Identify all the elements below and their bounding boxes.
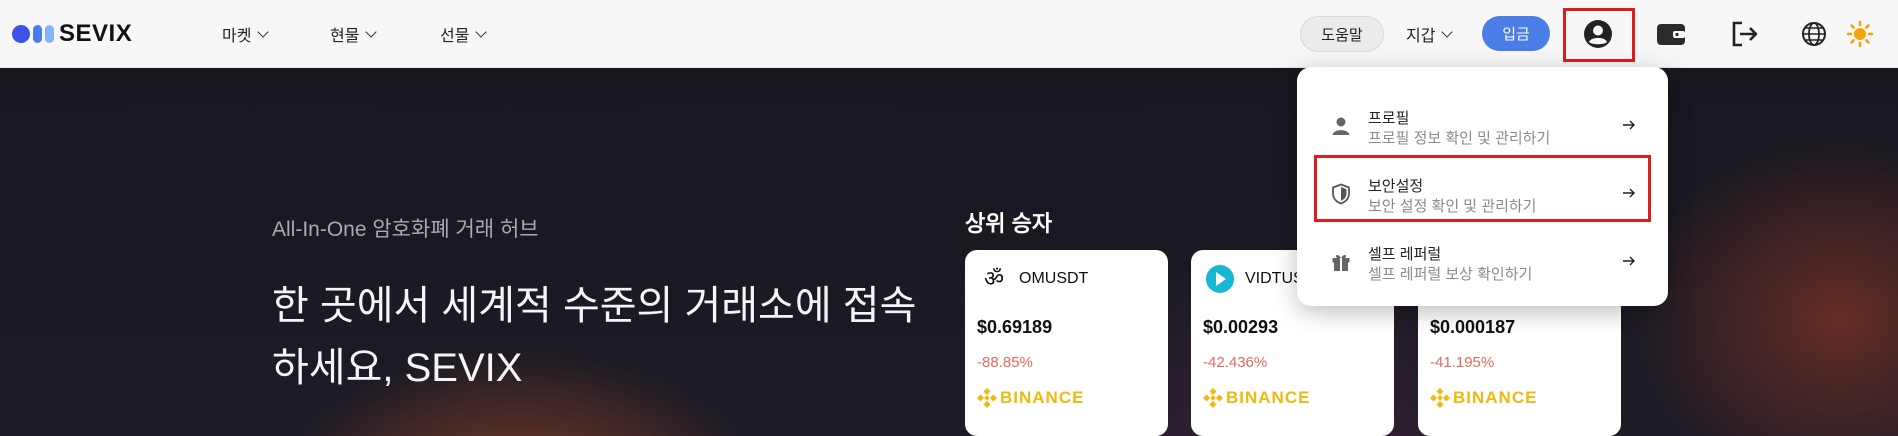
- exchange-name: BINANCE: [1226, 388, 1311, 407]
- sun-icon: [1846, 20, 1874, 48]
- profile-highlight: [1563, 8, 1635, 62]
- nav-label: 현물: [330, 28, 360, 45]
- globe-icon: [1802, 22, 1826, 46]
- logout-icon: [1732, 21, 1758, 47]
- theme-toggle[interactable]: [1840, 14, 1880, 54]
- gift-icon: [1332, 254, 1350, 271]
- logo-text: SEVIX: [59, 20, 133, 47]
- hero-headline: 한 곳에서 세계적 수준의 거래소에 접속하세요, SEVIX: [272, 284, 917, 390]
- person-icon: [1332, 117, 1350, 135]
- coin-price: $0.00293: [1203, 317, 1279, 337]
- coin-symbol: VIDTUS: [1245, 270, 1304, 287]
- deposit-button[interactable]: 입금: [1482, 16, 1550, 51]
- help-button[interactable]: 도움말: [1300, 16, 1384, 52]
- nav-label: 마켓: [222, 28, 252, 45]
- vidt-icon: [1206, 265, 1234, 293]
- arrow-right-icon: [1623, 256, 1635, 266]
- coin-change: -88.85%: [977, 354, 1033, 371]
- wallet-label: 지갑: [1406, 28, 1436, 45]
- exchange-name: BINANCE: [1453, 388, 1538, 407]
- language-button[interactable]: [1794, 14, 1834, 54]
- sevix-logo[interactable]: SEVIX: [12, 20, 132, 48]
- coin-price: $0.69189: [977, 317, 1053, 337]
- exchange-badge: BINANCE: [977, 388, 1084, 408]
- menu-item-profile[interactable]: 프로필 프로필 정보 확인 및 관리하기: [1317, 97, 1647, 153]
- coin-change: -42.436%: [1203, 354, 1268, 371]
- top-navigation-bar: SEVIX 마켓 현물 선물 도움말 지갑 입금: [0, 0, 1898, 68]
- logout-button[interactable]: [1724, 14, 1764, 54]
- exchange-name: BINANCE: [1000, 388, 1085, 407]
- nav-market[interactable]: 마켓: [222, 0, 270, 68]
- menu-item-description: 셀프 레퍼럴 보상 확인하기: [1368, 266, 1533, 283]
- nav-spot[interactable]: 현물: [330, 0, 378, 68]
- binance-icon: [1203, 388, 1223, 408]
- coin-change: -41.195%: [1430, 354, 1495, 371]
- chevron-down-icon: [1441, 25, 1454, 38]
- wallet-icon: [1657, 24, 1685, 45]
- coin-price: $0.000187: [1430, 317, 1516, 337]
- logo-mark: [33, 25, 42, 43]
- nav-futures[interactable]: 선물: [440, 0, 488, 68]
- wallet-button[interactable]: [1651, 14, 1691, 54]
- hero-subtitle: All-In-One 암호화폐 거래 허브: [272, 218, 539, 241]
- om-icon: ॐ: [984, 267, 1004, 292]
- menu-item-title: 셀프 레퍼럴: [1368, 246, 1442, 263]
- logo-mark: [12, 25, 30, 43]
- svg-text:ॐ: ॐ: [984, 267, 1004, 292]
- security-highlight: [1314, 155, 1651, 222]
- wallet-menu[interactable]: 지갑: [1406, 0, 1454, 68]
- profile-dropdown-menu: 프로필 프로필 정보 확인 및 관리하기 보안설정 보안 설정 확인 및 관리하…: [1297, 67, 1668, 306]
- exchange-badge: BINANCE: [1430, 388, 1537, 408]
- gainer-card[interactable]: ॐ OMUSDT $0.69189 -88.85% BINANCE: [965, 250, 1168, 436]
- chevron-down-icon: [365, 25, 378, 38]
- logo-mark: [45, 25, 54, 43]
- coin-symbol: OMUSDT: [1019, 270, 1089, 287]
- arrow-right-icon: [1623, 120, 1635, 130]
- binance-icon: [1430, 388, 1450, 408]
- binance-icon: [977, 388, 997, 408]
- menu-item-self-referral[interactable]: 셀프 레퍼럴 셀프 레퍼럴 보상 확인하기: [1317, 233, 1647, 289]
- menu-item-title: 프로필: [1368, 110, 1410, 127]
- chevron-down-icon: [257, 25, 270, 38]
- exchange-badge: BINANCE: [1203, 388, 1310, 408]
- top-gainers-title: 상위 승자: [965, 211, 1053, 236]
- chevron-down-icon: [475, 25, 488, 38]
- menu-item-description: 프로필 정보 확인 및 관리하기: [1368, 130, 1551, 147]
- nav-label: 선물: [440, 28, 470, 45]
